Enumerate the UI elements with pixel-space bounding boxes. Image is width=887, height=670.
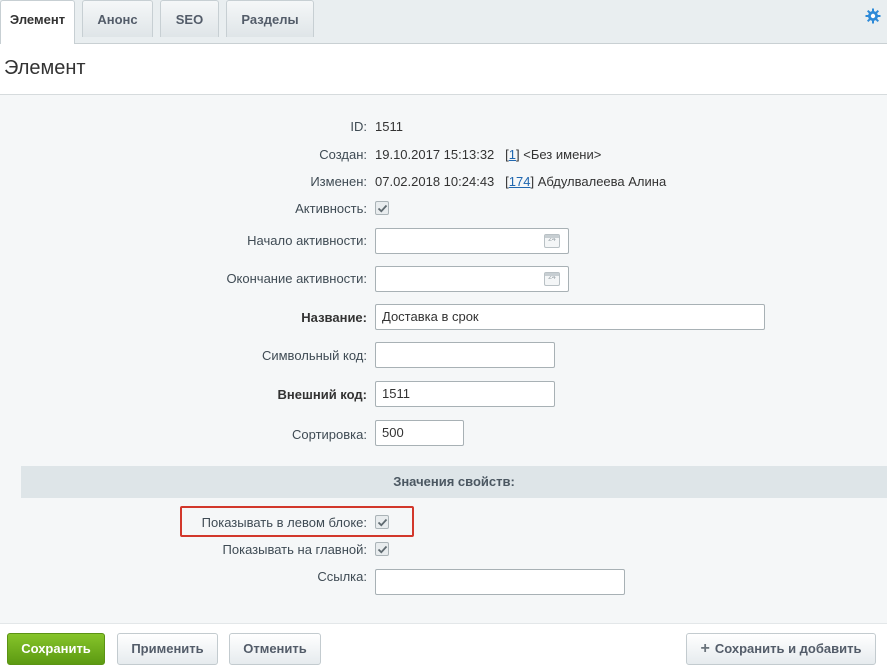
link-label: Ссылка: xyxy=(317,569,367,584)
save-button[interactable]: Сохранить xyxy=(7,633,105,665)
created-label: Создан: xyxy=(319,147,367,162)
external-code-label: Внешний код: xyxy=(277,387,367,402)
active-from-label: Начало активности: xyxy=(247,233,367,248)
calendar-icon[interactable]: 24 xyxy=(544,272,560,286)
checkmark-icon xyxy=(377,204,388,213)
link-input[interactable] xyxy=(375,569,625,595)
gear-icon[interactable] xyxy=(865,8,881,24)
modified-value: 07.02.2018 10:24:43 [174] Абдулвалеева А… xyxy=(375,174,666,189)
modified-user-link[interactable]: 174 xyxy=(509,174,531,189)
code-input[interactable] xyxy=(375,342,555,368)
modified-user-name: Абдулвалеева Алина xyxy=(537,174,667,189)
active-label: Активность: xyxy=(295,201,367,216)
save-and-add-button[interactable]: + Сохранить и добавить xyxy=(686,633,876,665)
name-input[interactable]: Доставка в срок xyxy=(375,304,765,330)
code-label: Символьный код: xyxy=(261,348,367,363)
show-main-checkbox[interactable] xyxy=(375,542,389,556)
apply-button[interactable]: Применить xyxy=(117,633,218,665)
created-user-link[interactable]: 1 xyxy=(509,147,516,162)
id-value: 1511 xyxy=(375,119,403,134)
show-left-label: Показывать в левом блоке: xyxy=(201,515,367,530)
created-date: 19.10.2017 15:13:32 xyxy=(375,147,495,162)
name-label: Название: xyxy=(301,310,367,325)
checkmark-icon xyxy=(377,545,388,554)
external-code-input[interactable]: 1511 xyxy=(375,381,555,407)
modified-close-bracket: ] xyxy=(530,174,535,189)
created-value: 19.10.2017 15:13:32 [1] <Без имени> xyxy=(375,147,601,162)
properties-section-title: Значения свойств: xyxy=(21,466,887,498)
cancel-button[interactable]: Отменить xyxy=(229,633,321,665)
active-checkbox[interactable] xyxy=(375,201,389,215)
active-to-input[interactable]: 24 xyxy=(375,266,569,292)
sort-input[interactable]: 500 xyxy=(375,420,464,446)
tab-sections[interactable]: Разделы xyxy=(226,0,314,37)
calendar-icon[interactable]: 24 xyxy=(544,234,560,248)
tab-seo[interactable]: SEO xyxy=(160,0,219,37)
modified-label: Изменен: xyxy=(310,174,367,189)
plus-icon: + xyxy=(700,640,710,657)
page-title: Элемент xyxy=(4,57,86,79)
show-left-checkbox[interactable] xyxy=(375,515,389,529)
tab-element[interactable]: Элемент xyxy=(0,0,75,44)
id-label: ID: xyxy=(350,119,367,134)
created-user-name: <Без имени> xyxy=(523,147,602,162)
sort-label: Сортировка: xyxy=(292,427,367,442)
modified-date: 07.02.2018 10:24:43 xyxy=(375,174,495,189)
tab-announce[interactable]: Анонс xyxy=(82,0,153,37)
checkmark-icon xyxy=(377,518,388,527)
created-close-bracket: ] xyxy=(515,147,520,162)
show-main-label: Показывать на главной: xyxy=(222,542,367,557)
save-and-add-label: Сохранить и добавить xyxy=(714,641,862,656)
active-to-label: Окончание активности: xyxy=(226,271,367,286)
active-from-input[interactable]: 24 xyxy=(375,228,569,254)
